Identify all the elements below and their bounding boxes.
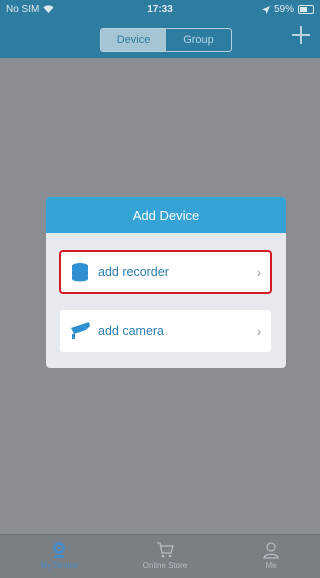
status-bar: No SIM 17:33 59% xyxy=(0,0,320,20)
nav-bar: Device Group xyxy=(0,20,320,58)
add-camera-label: add camera xyxy=(98,324,165,338)
add-recorder-option[interactable]: add recorder › xyxy=(59,250,272,294)
tab-online-store[interactable]: Online Store xyxy=(112,535,218,578)
status-right: 59% xyxy=(261,4,314,15)
add-icon[interactable] xyxy=(292,26,310,44)
tab-my-device-label: My Device xyxy=(40,561,78,570)
tab-me[interactable]: Me xyxy=(218,535,320,578)
battery-percent: 59% xyxy=(273,4,294,15)
chevron-right-icon: › xyxy=(256,323,262,339)
add-camera-option[interactable]: add camera › xyxy=(60,310,271,352)
segment-device[interactable]: Device xyxy=(101,29,166,51)
location-arrow-icon xyxy=(261,5,270,14)
battery-icon xyxy=(298,5,314,14)
dialog-title: Add Device xyxy=(46,197,286,233)
chevron-right-icon: › xyxy=(256,264,262,280)
tab-me-label: Me xyxy=(265,561,277,570)
add-recorder-label: add recorder xyxy=(98,265,169,279)
segmented-control: Device Group xyxy=(100,28,232,52)
device-icon xyxy=(53,542,65,558)
add-device-dialog: Add Device add recorder › add camera › xyxy=(46,197,286,368)
tab-my-device[interactable]: My Device xyxy=(6,535,112,578)
segment-group[interactable]: Group xyxy=(166,29,231,51)
recorder-icon xyxy=(66,262,94,282)
tab-bar: My Device Online Store Me xyxy=(0,534,320,578)
tab-online-store-label: Online Store xyxy=(142,561,188,570)
person-icon xyxy=(263,542,279,559)
camera-icon xyxy=(66,322,94,340)
cart-icon xyxy=(157,542,174,558)
